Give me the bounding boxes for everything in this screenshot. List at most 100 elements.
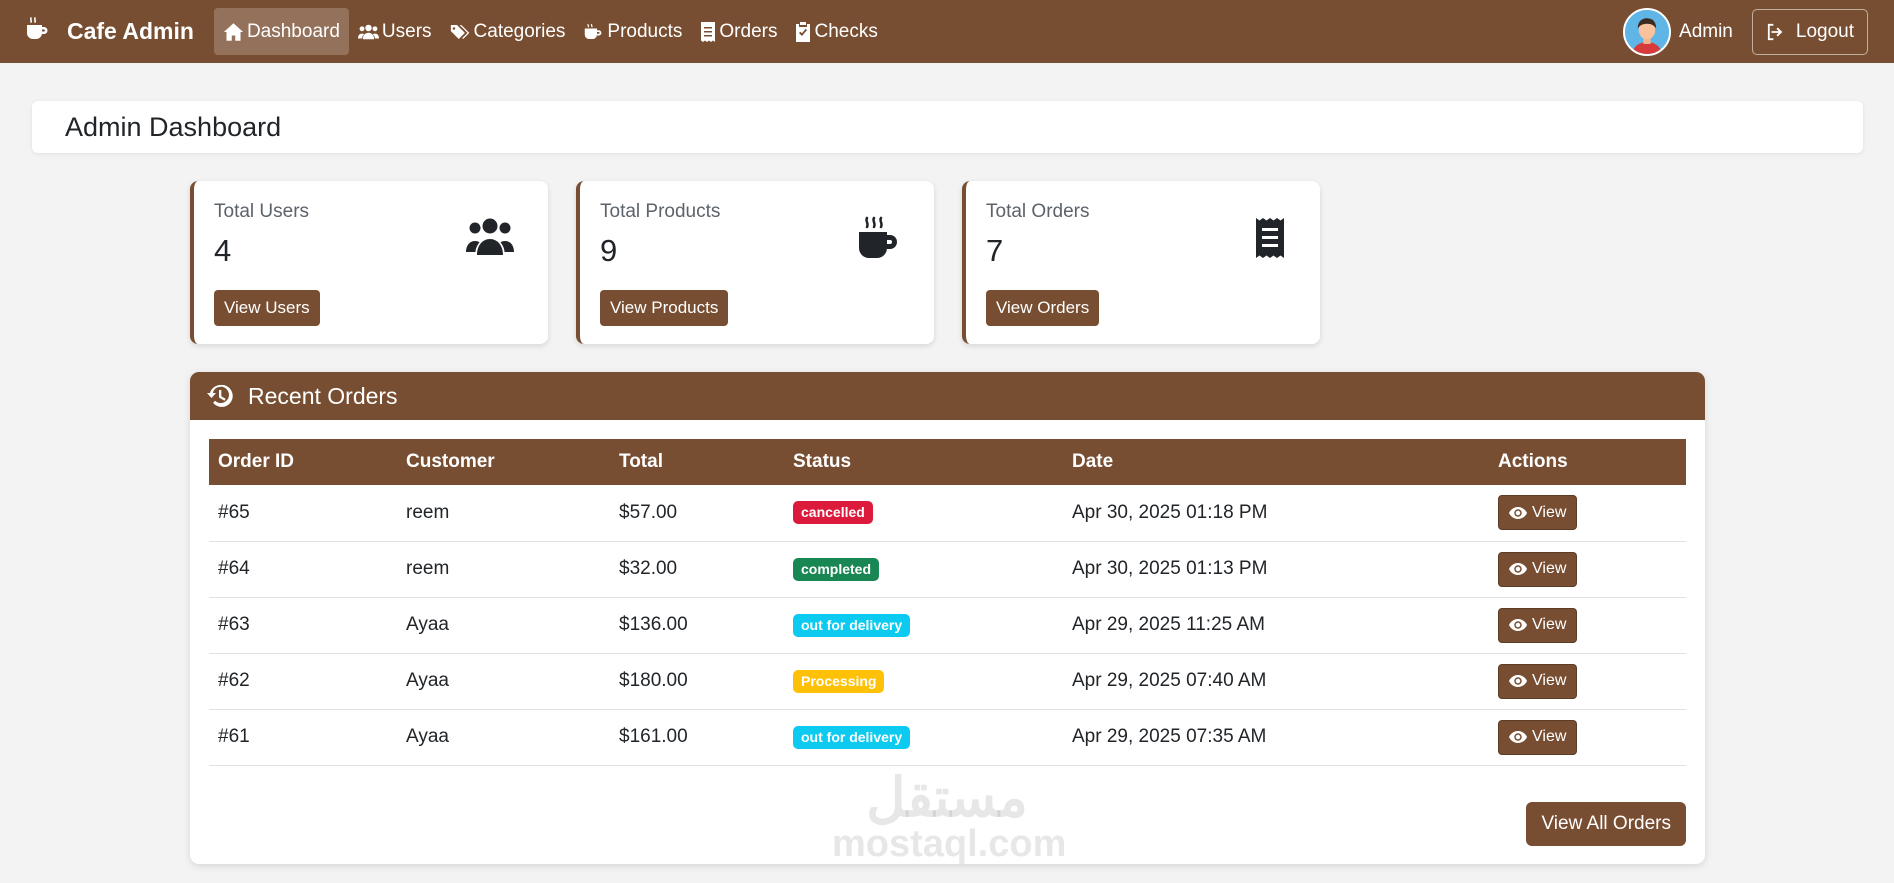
column-header: Actions — [1498, 451, 1568, 472]
eye-icon — [1509, 619, 1527, 631]
column-header: Total — [619, 451, 663, 472]
brand-name: Cafe Admin — [67, 18, 194, 44]
stat-card-products: Total Products 9 View Products — [576, 181, 934, 344]
logout-label: Logout — [1795, 20, 1854, 42]
view-label: View — [1532, 672, 1567, 689]
tags-icon — [450, 24, 469, 39]
order-date: Apr 30, 2025 01:13 PM — [1072, 558, 1268, 579]
nav-item-products[interactable]: Products — [574, 8, 691, 55]
column-header: Date — [1072, 451, 1114, 472]
view-label: View — [1532, 560, 1567, 577]
user-area: Admin Logout — [1623, 7, 1868, 56]
nav-item-dashboard[interactable]: Dashboard — [213, 8, 349, 55]
eye-icon — [1509, 563, 1527, 575]
nav-label: Products — [607, 20, 683, 42]
history-icon — [207, 384, 233, 407]
order-date: Apr 30, 2025 01:18 PM — [1072, 501, 1268, 523]
receipt-icon — [701, 21, 716, 42]
order-id: #61 — [218, 726, 250, 747]
user-name[interactable]: Admin — [1679, 21, 1733, 43]
view-order-button[interactable]: View — [1498, 495, 1578, 531]
order-customer: reem — [406, 558, 450, 579]
nav-label: Orders — [719, 20, 778, 42]
eye-icon — [1509, 675, 1527, 687]
brand[interactable]: Cafe Admin — [25, 16, 194, 47]
order-total: $180.00 — [619, 670, 688, 691]
order-id: #63 — [218, 614, 250, 635]
order-id: #64 — [218, 558, 250, 579]
view-order-button[interactable]: View — [1498, 663, 1578, 699]
order-customer: reem — [406, 501, 450, 523]
stat-label: Total Products — [600, 201, 721, 222]
nav-label: Users — [381, 20, 432, 42]
eye-icon — [1509, 506, 1527, 519]
table-row: #62 Ayaa $180.00 Processing Apr 29, 2025… — [209, 653, 1686, 709]
order-total: $136.00 — [619, 614, 688, 635]
order-customer: Ayaa — [406, 726, 449, 747]
recent-orders-header: Recent Orders — [190, 372, 1705, 420]
avatar[interactable] — [1623, 7, 1672, 56]
view-products-button[interactable]: View Products — [600, 290, 729, 326]
page-title: Admin Dashboard — [65, 111, 282, 142]
view-order-button[interactable]: View — [1498, 607, 1578, 643]
nav-item-orders[interactable]: Orders — [691, 8, 786, 55]
view-users-button[interactable]: View Users — [214, 290, 320, 326]
view-label: View — [1532, 728, 1567, 745]
order-date: Apr 29, 2025 11:25 AM — [1072, 614, 1265, 635]
order-date: Apr 29, 2025 07:35 AM — [1072, 726, 1267, 747]
coffee-icon — [585, 23, 602, 39]
view-order-button[interactable]: View — [1498, 551, 1578, 587]
recent-orders-title: Recent Orders — [248, 382, 398, 409]
page-header: Admin Dashboard — [32, 101, 1863, 153]
order-id: #65 — [218, 501, 250, 523]
recent-orders-card: Recent Orders Order ID Customer Total St… — [190, 372, 1705, 864]
column-header: Order ID — [218, 451, 295, 472]
stat-label: Total Users — [214, 201, 310, 222]
column-header: Status — [793, 451, 852, 472]
nav-label: Categories — [473, 20, 566, 42]
logout-button[interactable]: Logout — [1751, 8, 1868, 55]
table-row: #63 Ayaa $136.00 out for delivery Apr 29… — [209, 597, 1686, 653]
stat-card-users: Total Users 4 View Users — [190, 181, 548, 344]
nav-item-users[interactable]: Users — [349, 8, 441, 55]
receipt-icon — [1256, 218, 1284, 263]
stat-card-orders: Total Orders 7 View Orders — [962, 181, 1320, 344]
home-icon — [223, 22, 244, 41]
table-row: #64 reem $32.00 completed Apr 30, 2025 0… — [209, 541, 1686, 597]
nav-item-categories[interactable]: Categories — [441, 8, 575, 55]
view-order-button[interactable]: View — [1498, 719, 1578, 755]
status-badge: completed — [793, 557, 880, 581]
stat-label: Total Orders — [986, 201, 1090, 222]
orders-table: Order ID Customer Total Status Date Acti… — [209, 439, 1686, 766]
stat-value: 7 — [986, 233, 1004, 268]
order-date: Apr 29, 2025 07:40 AM — [1072, 670, 1267, 691]
table-row: #61 Ayaa $161.00 out for delivery Apr 29… — [209, 709, 1686, 765]
table-row: #65 reem $57.00 cancelled Apr 30, 2025 0… — [209, 485, 1686, 541]
stat-value: 4 — [214, 233, 232, 268]
order-total: $161.00 — [619, 726, 688, 747]
nav-item-checks[interactable]: Checks — [786, 8, 886, 55]
view-orders-button[interactable]: View Orders — [986, 290, 1100, 326]
main-nav: Dashboard Users Categories Products Orde… — [213, 0, 887, 63]
view-label: View — [1532, 503, 1567, 521]
status-badge: Processing — [793, 669, 885, 693]
users-icon — [466, 217, 514, 262]
nav-label: Dashboard — [246, 20, 340, 42]
coffee-mug-icon — [858, 216, 898, 265]
order-id: #62 — [218, 670, 250, 691]
order-total: $32.00 — [619, 558, 678, 579]
nav-label: Checks — [814, 20, 878, 42]
table-header-row: Order ID Customer Total Status Date Acti… — [209, 439, 1686, 485]
top-navbar: Cafe Admin Dashboard Users Categories Pr… — [0, 0, 1894, 63]
view-label: View — [1532, 616, 1567, 633]
status-badge: out for delivery — [793, 613, 911, 637]
coffee-cup-icon — [25, 16, 51, 47]
column-header: Customer — [406, 451, 495, 472]
order-customer: Ayaa — [406, 614, 449, 635]
stat-value: 9 — [600, 233, 618, 268]
view-all-orders-button[interactable]: View All Orders — [1526, 802, 1686, 846]
clipboard-check-icon — [796, 21, 811, 42]
order-customer: Ayaa — [406, 670, 449, 691]
order-total: $57.00 — [619, 501, 678, 523]
status-badge: cancelled — [793, 501, 873, 525]
